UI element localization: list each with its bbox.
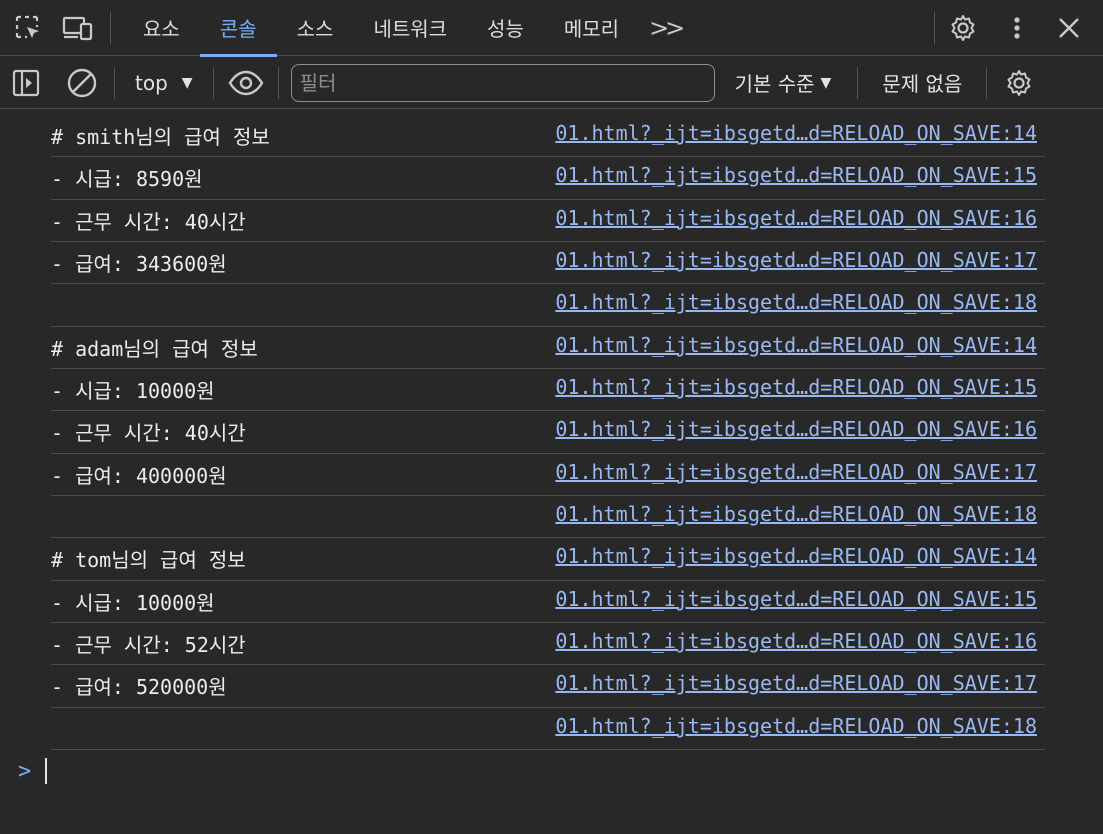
context-label: top (135, 70, 168, 95)
devtools-tabbar: 요소 콘솔 소스 네트워크 성능 메모리 >> (0, 0, 1103, 57)
close-icon[interactable] (1049, 8, 1089, 48)
divider (212, 66, 214, 99)
more-vertical-icon[interactable] (997, 8, 1037, 48)
inspect-element-icon[interactable] (8, 8, 48, 48)
tab-label: 성능 (487, 17, 524, 41)
source-link[interactable]: 01.html?_ijt=ibsgetd…d=RELOAD_ON_SAVE:17 (555, 671, 1037, 695)
message-text: - 근무 시간: 52시간 (51, 633, 246, 658)
console-message: - 근무 시간: 40시간 01.html?_ijt=ibsgetd…d=RELO… (51, 411, 1045, 454)
source-link[interactable]: 01.html?_ijt=ibsgetd…d=RELOAD_ON_SAVE:14 (555, 333, 1037, 357)
console-message: - 시급: 8590원 01.html?_ijt=ibsgetd…d=RELOAD… (51, 157, 1045, 200)
tab-label: 소스 (296, 17, 334, 41)
console-message: - 급여: 400000원 01.html?_ijt=ibsgetd…d=RELO… (51, 454, 1045, 497)
tab-elements[interactable]: 요소 (123, 0, 200, 56)
source-link[interactable]: 01.html?_ijt=ibsgetd…d=RELOAD_ON_SAVE:14 (555, 544, 1037, 568)
divider (277, 66, 279, 99)
sidebar-toggle-icon[interactable] (6, 63, 46, 103)
divider (857, 66, 859, 99)
message-text: - 근무 시간: 40시간 (51, 209, 246, 234)
gear-icon[interactable] (943, 8, 983, 48)
source-link[interactable]: 01.html?_ijt=ibsgetd…d=RELOAD_ON_SAVE:16 (555, 206, 1037, 230)
message-text: # tom님의 급여 정보 (51, 548, 246, 573)
message-text: - 시급: 10000원 (51, 379, 215, 404)
console-message: 01.html?_ijt=ibsgetd…d=RELOAD_ON_SAVE:18 (51, 284, 1045, 327)
source-link[interactable]: 01.html?_ijt=ibsgetd…d=RELOAD_ON_SAVE:14 (555, 121, 1037, 145)
filter-input[interactable] (290, 63, 715, 102)
message-text: - 시급: 8590원 (51, 167, 203, 192)
source-link[interactable]: 01.html?_ijt=ibsgetd…d=RELOAD_ON_SAVE:15 (555, 375, 1037, 399)
console-message: - 시급: 10000원 01.html?_ijt=ibsgetd…d=RELOA… (51, 369, 1045, 412)
console-message: - 시급: 10000원 01.html?_ijt=ibsgetd…d=RELOA… (51, 581, 1045, 624)
divider (986, 66, 988, 99)
source-link[interactable]: 01.html?_ijt=ibsgetd…d=RELOAD_ON_SAVE:16 (555, 417, 1037, 441)
more-tabs-chevron-icon[interactable]: >> (639, 14, 691, 42)
tab-network[interactable]: 네트워크 (353, 0, 467, 56)
tab-console[interactable]: 콘솔 (199, 0, 277, 57)
source-link[interactable]: 01.html?_ijt=ibsgetd…d=RELOAD_ON_SAVE:18 (555, 714, 1037, 738)
tab-label: 콘솔 (219, 17, 257, 41)
message-text: - 급여: 400000원 (51, 463, 227, 488)
console-message: # smith님의 급여 정보 01.html?_ijt=ibsgetd…d=RE… (51, 115, 1045, 158)
message-text: # smith님의 급여 정보 (51, 125, 270, 149)
tab-label: 네트워크 (373, 17, 448, 41)
message-text: - 시급: 10000원 (51, 590, 215, 615)
tab-sources[interactable]: 소스 (277, 0, 354, 56)
log-levels-dropdown[interactable]: 기본 수준 ▼ (721, 68, 846, 97)
message-text: # adam님의 급여 정보 (51, 336, 258, 361)
console-message: 01.html?_ijt=ibsgetd…d=RELOAD_ON_SAVE:18 (51, 496, 1045, 539)
clear-console-icon[interactable] (62, 63, 102, 103)
source-link[interactable]: 01.html?_ijt=ibsgetd…d=RELOAD_ON_SAVE:15 (555, 587, 1037, 611)
issues-counter[interactable]: 문제 없음 (870, 68, 974, 97)
console-prompt[interactable]: > (18, 758, 48, 784)
source-link[interactable]: 01.html?_ijt=ibsgetd…d=RELOAD_ON_SAVE:17 (555, 248, 1037, 272)
console-message: # adam님의 급여 정보 01.html?_ijt=ibsgetd…d=REL… (51, 327, 1045, 370)
tab-performance[interactable]: 성능 (467, 0, 544, 56)
source-link[interactable]: 01.html?_ijt=ibsgetd…d=RELOAD_ON_SAVE:15 (555, 163, 1037, 187)
source-link[interactable]: 01.html?_ijt=ibsgetd…d=RELOAD_ON_SAVE:17 (555, 460, 1037, 484)
source-link[interactable]: 01.html?_ijt=ibsgetd…d=RELOAD_ON_SAVE:18 (555, 290, 1037, 314)
console-message: - 근무 시간: 40시간 01.html?_ijt=ibsgetd…d=RELO… (51, 200, 1045, 243)
console-toolbar: top ▼ 기본 수준 ▼ 문제 없음 (0, 57, 1103, 109)
live-expression-eye-icon[interactable] (226, 63, 266, 103)
context-selector[interactable]: top ▼ (127, 71, 201, 95)
divider (114, 66, 115, 99)
prompt-chevron-icon: > (18, 758, 32, 784)
divider (934, 11, 935, 44)
message-text: - 근무 시간: 40시간 (51, 421, 246, 446)
tab-label: 메모리 (563, 17, 620, 41)
console-settings-gear-icon[interactable] (999, 63, 1039, 103)
caret-down-icon: ▼ (181, 74, 193, 91)
device-toolbar-icon[interactable] (58, 8, 98, 48)
console-messages: # smith님의 급여 정보 01.html?_ijt=ibsgetd…d=RE… (0, 115, 1103, 751)
text-cursor (45, 758, 48, 784)
source-link[interactable]: 01.html?_ijt=ibsgetd…d=RELOAD_ON_SAVE:16 (555, 629, 1037, 653)
tab-memory[interactable]: 메모리 (544, 0, 639, 56)
console-message: - 급여: 520000원 01.html?_ijt=ibsgetd…d=RELO… (51, 665, 1045, 708)
console-message: # tom님의 급여 정보 01.html?_ijt=ibsgetd…d=RELO… (51, 538, 1045, 581)
caret-down-icon: ▼ (820, 74, 832, 91)
tab-label: 요소 (143, 17, 180, 41)
levels-label: 기본 수준 (734, 72, 815, 96)
console-message: - 급여: 343600원 01.html?_ijt=ibsgetd…d=RELO… (51, 242, 1045, 285)
source-link[interactable]: 01.html?_ijt=ibsgetd…d=RELOAD_ON_SAVE:18 (555, 502, 1037, 526)
console-message: 01.html?_ijt=ibsgetd…d=RELOAD_ON_SAVE:18 (51, 708, 1045, 751)
divider (110, 11, 111, 44)
console-message: - 근무 시간: 52시간 01.html?_ijt=ibsgetd…d=RELO… (51, 623, 1045, 666)
message-text: - 급여: 343600원 (51, 252, 227, 277)
message-text: - 급여: 520000원 (51, 675, 227, 700)
